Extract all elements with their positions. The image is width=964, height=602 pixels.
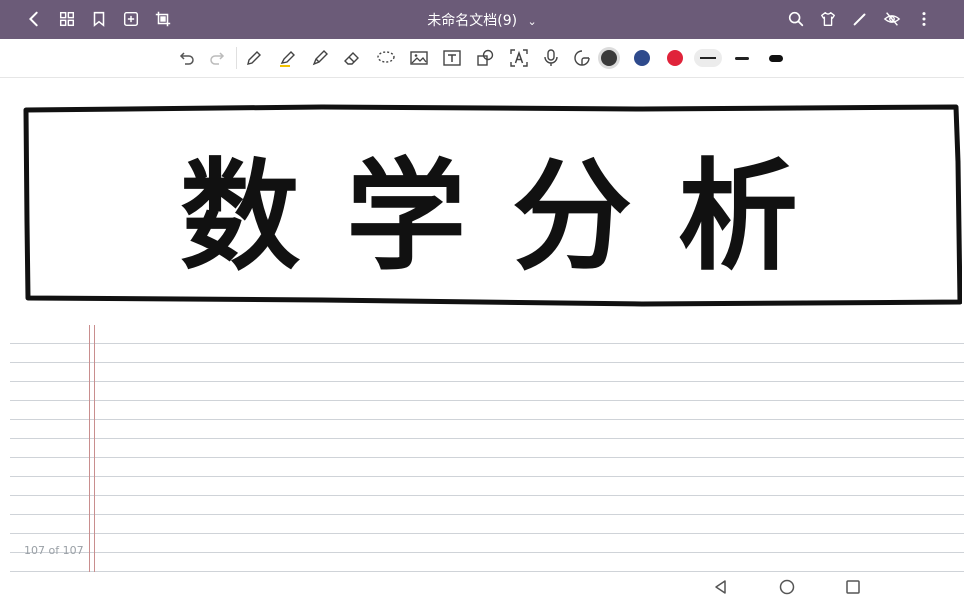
pen-tool-icon[interactable]: [243, 47, 265, 69]
eraser-icon[interactable]: [341, 47, 363, 69]
crop-icon[interactable]: [153, 9, 173, 29]
back-icon[interactable]: [24, 9, 44, 29]
document-title[interactable]: 未命名文档(9): [427, 13, 517, 29]
undo-icon[interactable]: [176, 47, 198, 69]
add-page-icon[interactable]: [121, 9, 141, 29]
theme-shirt-icon[interactable]: [818, 9, 838, 29]
home-circle-icon[interactable]: [777, 577, 797, 597]
color-swatch-red[interactable]: [667, 50, 683, 66]
banner-title: 数学分析: [180, 148, 844, 287]
chevron-down-icon[interactable]: ⌄: [528, 15, 537, 28]
search-icon[interactable]: [786, 9, 806, 29]
margin-line: [89, 325, 90, 572]
image-icon[interactable]: [408, 47, 430, 69]
redo-icon[interactable]: [206, 47, 228, 69]
back-triangle-icon[interactable]: [711, 577, 731, 597]
color-swatch-blue[interactable]: [634, 50, 650, 66]
more-vertical-icon[interactable]: [914, 9, 934, 29]
sticker-icon[interactable]: [571, 47, 593, 69]
microphone-icon[interactable]: [540, 47, 562, 69]
text-box-icon[interactable]: [441, 47, 463, 69]
drawing-toolbar: [0, 39, 964, 78]
note-canvas[interactable]: 数学分析 107 of 107: [0, 78, 964, 572]
pen-icon[interactable]: [850, 9, 870, 29]
toolbar-divider: [236, 47, 237, 69]
shape-icon[interactable]: [474, 47, 496, 69]
margin-line-2: [94, 325, 95, 572]
app-topbar: 未命名文档(9) ⌄: [0, 0, 964, 39]
handwritten-banner: 数学分析: [22, 102, 962, 310]
stroke-width-thin[interactable]: [694, 49, 722, 67]
ocr-text-icon[interactable]: [508, 47, 530, 69]
lasso-icon[interactable]: [375, 47, 397, 69]
grid-icon[interactable]: [57, 9, 77, 29]
ruled-lines: [10, 325, 964, 572]
highlighter-icon[interactable]: [277, 47, 299, 69]
page-counter: 107 of 107: [24, 544, 84, 557]
color-swatch-dark[interactable]: [601, 50, 617, 66]
system-navbar: [0, 572, 964, 602]
stroke-width-medium[interactable]: [728, 49, 756, 67]
marker-icon[interactable]: [309, 47, 331, 69]
eye-off-icon[interactable]: [882, 9, 902, 29]
bookmark-icon[interactable]: [89, 9, 109, 29]
recents-square-icon[interactable]: [843, 577, 863, 597]
stroke-width-thick[interactable]: [762, 49, 790, 67]
